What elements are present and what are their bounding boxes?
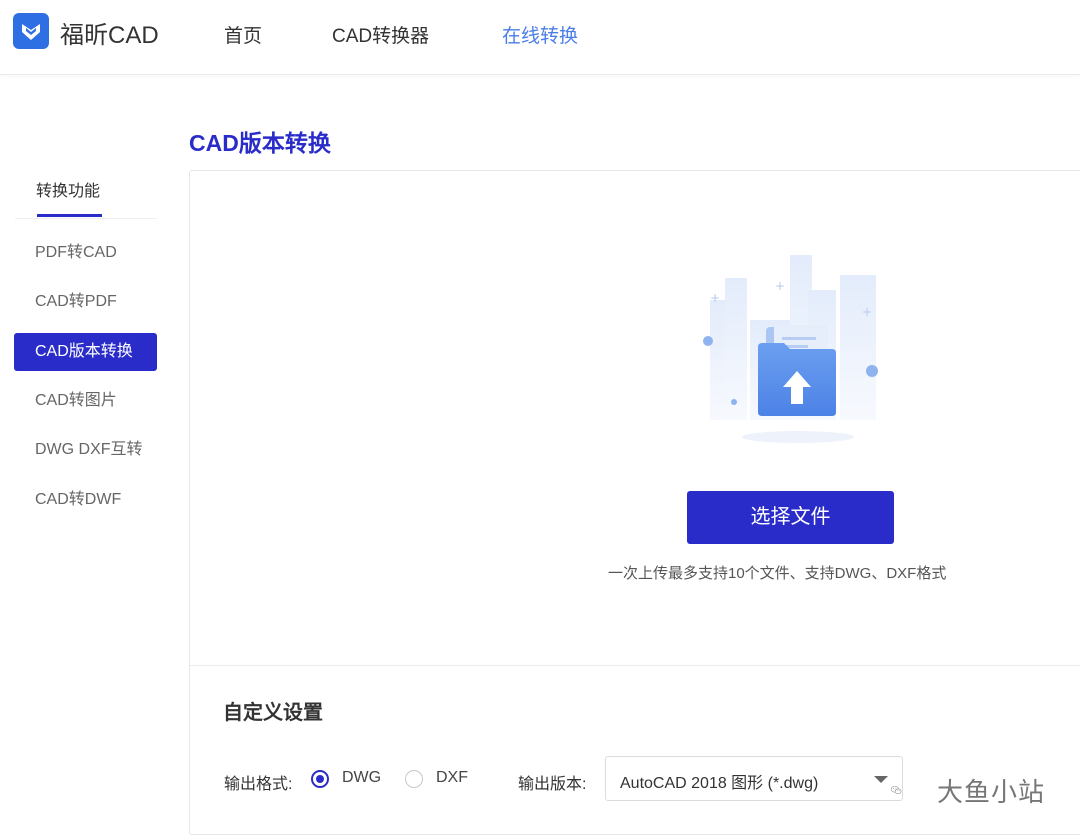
sidebar-item-cad-to-image[interactable]: CAD转图片 <box>14 382 157 420</box>
svg-text:+: + <box>775 279 785 293</box>
wechat-icon <box>890 785 902 795</box>
page-title: CAD版本转换 <box>189 130 331 156</box>
sidebar-item-cad-version-convert[interactable]: CAD版本转换 <box>14 333 157 371</box>
svg-text:+: + <box>862 305 872 319</box>
upload-panel <box>189 170 1080 835</box>
sidebar-title-underline <box>37 214 102 217</box>
nav-online-convert[interactable]: 在线转换 <box>502 21 578 48</box>
format-label-dwg[interactable]: DWG <box>342 769 381 787</box>
output-version-select[interactable]: AutoCAD 2018 图形 (*.dwg) <box>605 756 903 801</box>
brand-name[interactable]: 福昕CAD <box>60 15 159 50</box>
sidebar-item-pdf-to-cad[interactable]: PDF转CAD <box>14 234 157 272</box>
sidebar-divider <box>15 218 157 219</box>
format-radio-dxf[interactable] <box>405 770 423 788</box>
panel-divider <box>190 665 1080 666</box>
format-label-dxf[interactable]: DXF <box>436 769 468 787</box>
sidebar-title: 转换功能 <box>36 183 101 200</box>
top-header: 福昕CAD 首页 CAD转换器 在线转换 <box>0 0 1080 75</box>
watermark-text: 大鱼小站 <box>937 777 1046 807</box>
folder-upload-icon: + + + <box>703 255 878 443</box>
sidebar-item-cad-to-dwf[interactable]: CAD转DWF <box>14 481 157 519</box>
nav-cad-converter[interactable]: CAD转换器 <box>332 21 429 48</box>
sidebar-item-dwg-dxf-convert[interactable]: DWG DXF互转 <box>14 431 157 469</box>
svg-text:+: + <box>710 291 720 305</box>
logo-icon[interactable] <box>13 13 49 49</box>
output-format-label: 输出格式: <box>224 776 293 793</box>
format-radio-dwg[interactable] <box>311 770 329 788</box>
sidebar-item-cad-to-pdf[interactable]: CAD转PDF <box>14 283 157 321</box>
nav-home[interactable]: 首页 <box>224 21 262 48</box>
select-file-button[interactable]: 选择文件 <box>687 491 894 544</box>
output-version-value: AutoCAD 2018 图形 (*.dwg) <box>620 775 819 792</box>
chevron-down-icon <box>874 776 888 783</box>
upload-hint: 一次上传最多支持10个文件、支持DWG、DXF格式 <box>608 565 947 582</box>
output-version-label: 输出版本: <box>518 776 587 793</box>
settings-title: 自定义设置 <box>223 702 323 724</box>
